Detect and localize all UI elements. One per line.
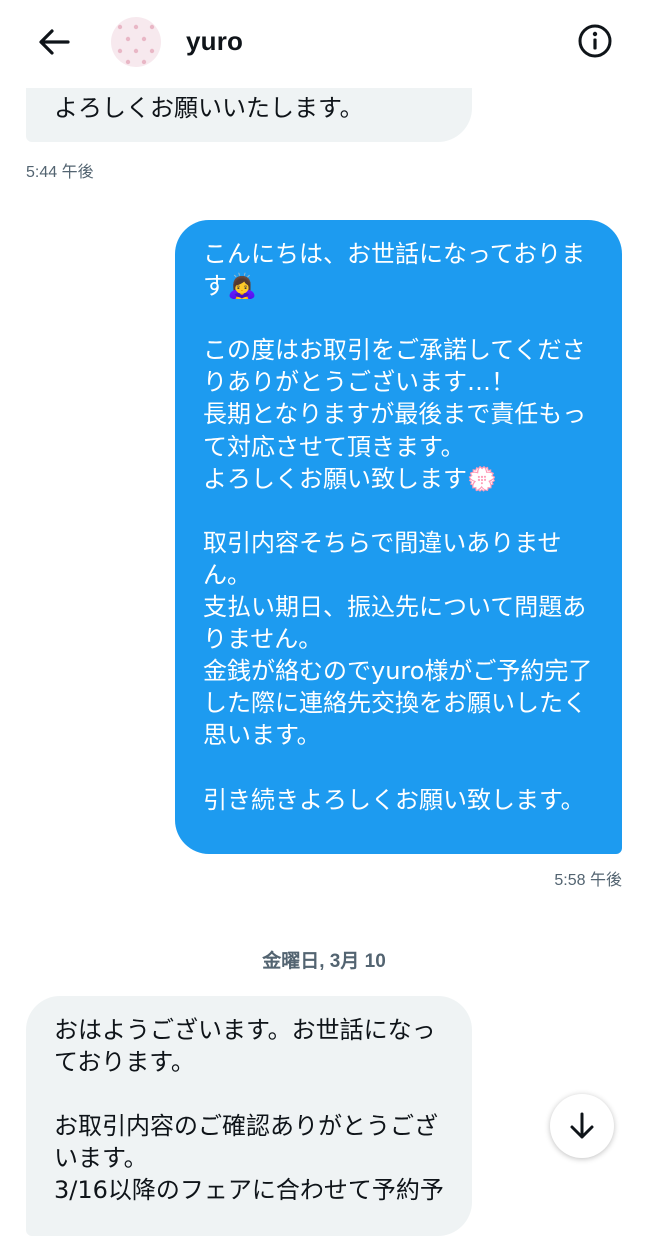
avatar-pattern xyxy=(117,24,155,65)
conversation-title[interactable]: yuro xyxy=(186,26,243,57)
back-button[interactable] xyxy=(34,24,74,60)
message-timestamp: 5:58 午後 xyxy=(554,872,622,889)
message-bubble-received[interactable]: おはようございます。お世話になっ ております。 お取引内容のご確認ありがとうござ… xyxy=(26,996,472,1236)
message-timestamp: 5:44 午後 xyxy=(26,164,94,181)
conversation-header: yuro xyxy=(0,0,648,88)
avatar[interactable] xyxy=(111,17,161,67)
message-bubble-sent[interactable]: こんにちは、お世話になっておりま す🙇‍♀️ この度はお取引をご承諾してくださ … xyxy=(175,220,622,854)
arrow-left-icon xyxy=(39,29,70,55)
arrow-down-icon xyxy=(570,1112,594,1139)
info-circle-icon xyxy=(578,24,612,58)
date-separator: 金曜日, 3月 10 xyxy=(262,951,386,972)
info-button[interactable] xyxy=(575,21,615,61)
scroll-to-bottom-button[interactable] xyxy=(550,1094,614,1158)
